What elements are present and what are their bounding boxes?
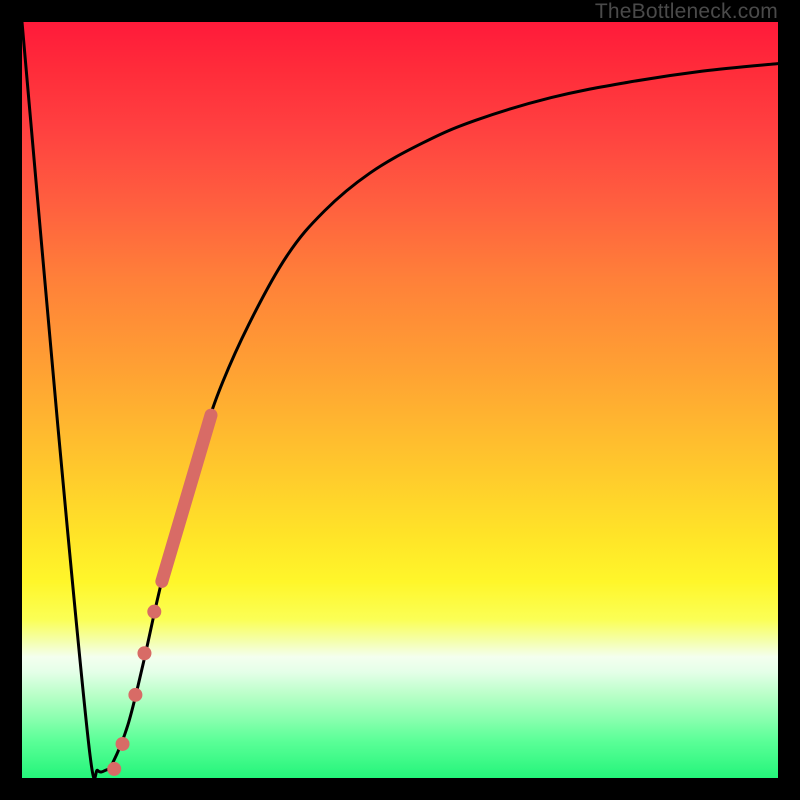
dot-4 bbox=[116, 737, 130, 751]
chart-frame: TheBottleneck.com bbox=[0, 0, 800, 800]
chart-svg bbox=[22, 22, 778, 778]
bottleneck-curve-path bbox=[22, 22, 778, 778]
plot-area bbox=[22, 22, 778, 778]
watermark-text: TheBottleneck.com bbox=[595, 0, 778, 24]
dot-2 bbox=[137, 646, 151, 660]
dot-3 bbox=[128, 688, 142, 702]
dot-5 bbox=[107, 762, 121, 776]
dot-1 bbox=[147, 605, 161, 619]
curve-layer bbox=[22, 22, 778, 778]
highlight-band bbox=[162, 415, 211, 581]
